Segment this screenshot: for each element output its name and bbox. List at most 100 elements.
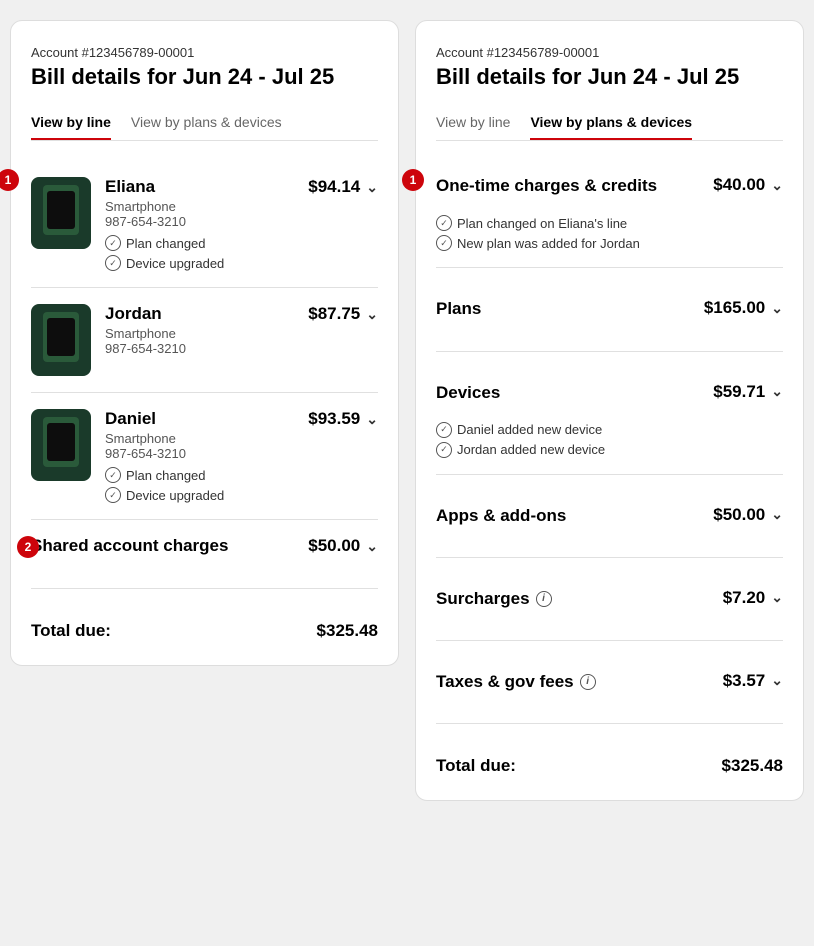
onetimecharges-chevron: ⌄ — [771, 177, 783, 194]
plans-price[interactable]: $165.00 ⌄ — [704, 298, 783, 318]
left-bill-title: Bill details for Jun 24 - Jul 25 — [31, 64, 378, 90]
devices-note-2: Jordan added new device — [436, 442, 783, 458]
eliana-note-1: Plan changed — [105, 235, 308, 251]
left-panel: 1 Account #123456789-00001 Bill details … — [10, 20, 399, 666]
right-total-amount: $325.48 — [722, 756, 783, 776]
shared-charges-label: Shared account charges — [31, 536, 228, 556]
onetimecharges-note-2: New plan was added for Jordan — [436, 235, 783, 251]
right-total-row: Total due: $325.48 — [436, 740, 783, 776]
jordan-name: Jordan — [105, 304, 308, 324]
line-item-daniel: Daniel Smartphone 987-654-3210 Plan chan… — [31, 393, 378, 520]
shared-charges-row: Shared account charges $50.00 ⌄ — [31, 520, 378, 572]
jordan-info: Jordan Smartphone 987-654-3210 — [105, 304, 308, 362]
taxes-info-icon[interactable]: i — [580, 674, 596, 690]
daniel-phone-image — [31, 409, 91, 481]
eliana-chevron: ⌄ — [366, 179, 378, 196]
right-account-number: Account #123456789-00001 — [436, 45, 783, 60]
right-badge-1: 1 — [402, 169, 424, 191]
right-panel: 1 Account #123456789-00001 Bill details … — [415, 20, 804, 801]
eliana-number: 987-654-3210 — [105, 214, 308, 229]
left-account-number: Account #123456789-00001 — [31, 45, 378, 60]
check-icon-eliana-1 — [105, 235, 121, 251]
jordan-price[interactable]: $87.75 ⌄ — [308, 304, 378, 324]
jordan-chevron: ⌄ — [366, 306, 378, 323]
devices-row: Devices $59.71 ⌄ — [436, 368, 783, 418]
right-bill-title: Bill details for Jun 24 - Jul 25 — [436, 64, 783, 90]
surcharges-chevron: ⌄ — [771, 589, 783, 606]
right-tabs: View by line View by plans & devices — [436, 106, 783, 141]
plans-chevron: ⌄ — [771, 300, 783, 317]
tab-view-by-line-left[interactable]: View by line — [31, 106, 111, 140]
plans-row: Plans $165.00 ⌄ — [436, 284, 783, 334]
taxes-price[interactable]: $3.57 ⌄ — [723, 671, 783, 691]
check-icon-onetimecharges-2 — [436, 235, 452, 251]
eliana-name: Eliana — [105, 177, 308, 197]
daniel-name: Daniel — [105, 409, 308, 429]
apps-label: Apps & add-ons — [436, 505, 566, 527]
onetimecharges-row: One-time charges & credits $40.00 ⌄ — [436, 161, 783, 211]
tab-view-by-plans-left[interactable]: View by plans & devices — [131, 106, 282, 140]
daniel-info: Daniel Smartphone 987-654-3210 Plan chan… — [105, 409, 308, 503]
check-icon-devices-2 — [436, 442, 452, 458]
eliana-note-2: Device upgraded — [105, 255, 308, 271]
right-divider-2 — [436, 351, 783, 352]
daniel-number: 987-654-3210 — [105, 446, 308, 461]
taxes-label: Taxes & gov fees — [436, 671, 574, 693]
shared-charges-chevron: ⌄ — [366, 538, 378, 555]
devices-chevron: ⌄ — [771, 383, 783, 400]
tab-view-by-plans-right[interactable]: View by plans & devices — [530, 106, 692, 140]
eliana-phone-image — [31, 177, 91, 249]
daniel-chevron: ⌄ — [366, 411, 378, 428]
line-item-jordan: Jordan Smartphone 987-654-3210 $87.75 ⌄ — [31, 288, 378, 393]
category-onetimecharges: One-time charges & credits $40.00 ⌄ Plan… — [436, 161, 783, 251]
line-item-eliana: Eliana Smartphone 987-654-3210 Plan chan… — [31, 161, 378, 288]
check-icon-onetimecharges-1 — [436, 215, 452, 231]
jordan-type: Smartphone — [105, 326, 308, 341]
onetimecharges-note-1: Plan changed on Eliana's line — [436, 215, 783, 231]
daniel-type: Smartphone — [105, 431, 308, 446]
right-divider-6 — [436, 723, 783, 724]
apps-row: Apps & add-ons $50.00 ⌄ — [436, 491, 783, 541]
eliana-price[interactable]: $94.14 ⌄ — [308, 177, 378, 197]
surcharges-label: Surcharges — [436, 588, 530, 610]
check-icon-daniel-1 — [105, 467, 121, 483]
eliana-type: Smartphone — [105, 199, 308, 214]
tab-view-by-line-right[interactable]: View by line — [436, 106, 510, 140]
taxes-chevron: ⌄ — [771, 672, 783, 689]
daniel-note-1: Plan changed — [105, 467, 308, 483]
jordan-number: 987-654-3210 — [105, 341, 308, 356]
check-icon-daniel-2 — [105, 487, 121, 503]
right-total-label: Total due: — [436, 756, 516, 776]
taxes-row: Taxes & gov fees i $3.57 ⌄ — [436, 657, 783, 707]
page-container: 1 Account #123456789-00001 Bill details … — [10, 20, 804, 801]
right-divider-3 — [436, 474, 783, 475]
left-total-amount: $325.48 — [317, 621, 378, 641]
eliana-info: Eliana Smartphone 987-654-3210 Plan chan… — [105, 177, 308, 271]
devices-label: Devices — [436, 382, 500, 404]
left-tabs: View by line View by plans & devices — [31, 106, 378, 141]
right-divider-1 — [436, 267, 783, 268]
onetimecharges-label: One-time charges & credits — [436, 175, 657, 197]
check-icon-eliana-2 — [105, 255, 121, 271]
right-divider-4 — [436, 557, 783, 558]
surcharges-info-icon[interactable]: i — [536, 591, 552, 607]
apps-chevron: ⌄ — [771, 506, 783, 523]
check-icon-devices-1 — [436, 422, 452, 438]
left-divider-total — [31, 588, 378, 589]
surcharges-row: Surcharges i $7.20 ⌄ — [436, 574, 783, 624]
left-total-row: Total due: $325.48 — [31, 605, 378, 641]
daniel-price[interactable]: $93.59 ⌄ — [308, 409, 378, 429]
right-divider-5 — [436, 640, 783, 641]
devices-note-1: Daniel added new device — [436, 422, 783, 438]
plans-label: Plans — [436, 298, 481, 320]
devices-price[interactable]: $59.71 ⌄ — [713, 382, 783, 402]
left-total-label: Total due: — [31, 621, 111, 641]
category-devices: Devices $59.71 ⌄ Daniel added new device… — [436, 368, 783, 458]
surcharges-price[interactable]: $7.20 ⌄ — [723, 588, 783, 608]
apps-price[interactable]: $50.00 ⌄ — [713, 505, 783, 525]
left-badge-1: 1 — [0, 169, 19, 191]
onetimecharges-price[interactable]: $40.00 ⌄ — [713, 175, 783, 195]
jordan-phone-image — [31, 304, 91, 376]
daniel-note-2: Device upgraded — [105, 487, 308, 503]
shared-charges-price[interactable]: $50.00 ⌄ — [308, 536, 378, 556]
